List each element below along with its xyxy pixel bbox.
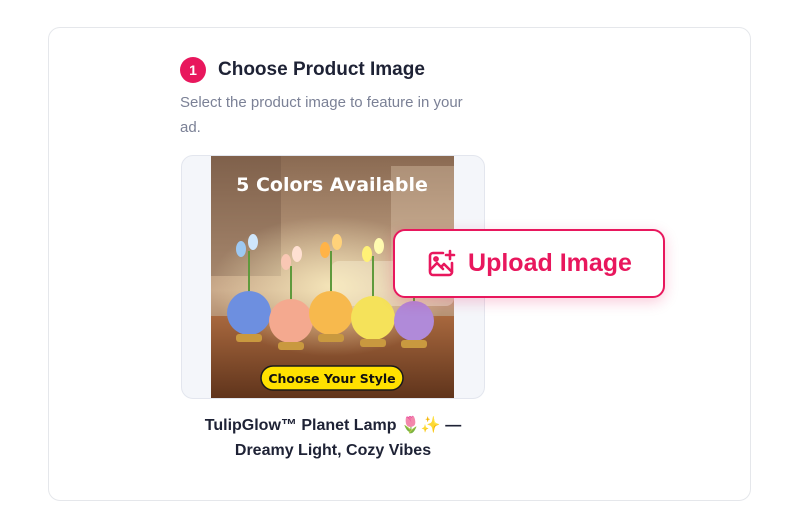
image-plus-icon [426,249,456,279]
product-image-headline: 5 Colors Available [236,174,428,196]
step-number-badge: 1 [180,57,206,83]
step-title: Choose Product Image [218,59,425,80]
product-image-cta: Choose Your Style [268,371,395,386]
step-header: 1 Choose Product Image [180,57,425,83]
step-description: Select the product image to feature in y… [180,94,463,136]
product-name: TulipGlow™ Planet Lamp 🌷✨ — Dreamy Light… [204,417,462,459]
upload-image-label: Upload Image [468,249,632,277]
upload-image-button[interactable]: Upload Image [393,229,665,298]
